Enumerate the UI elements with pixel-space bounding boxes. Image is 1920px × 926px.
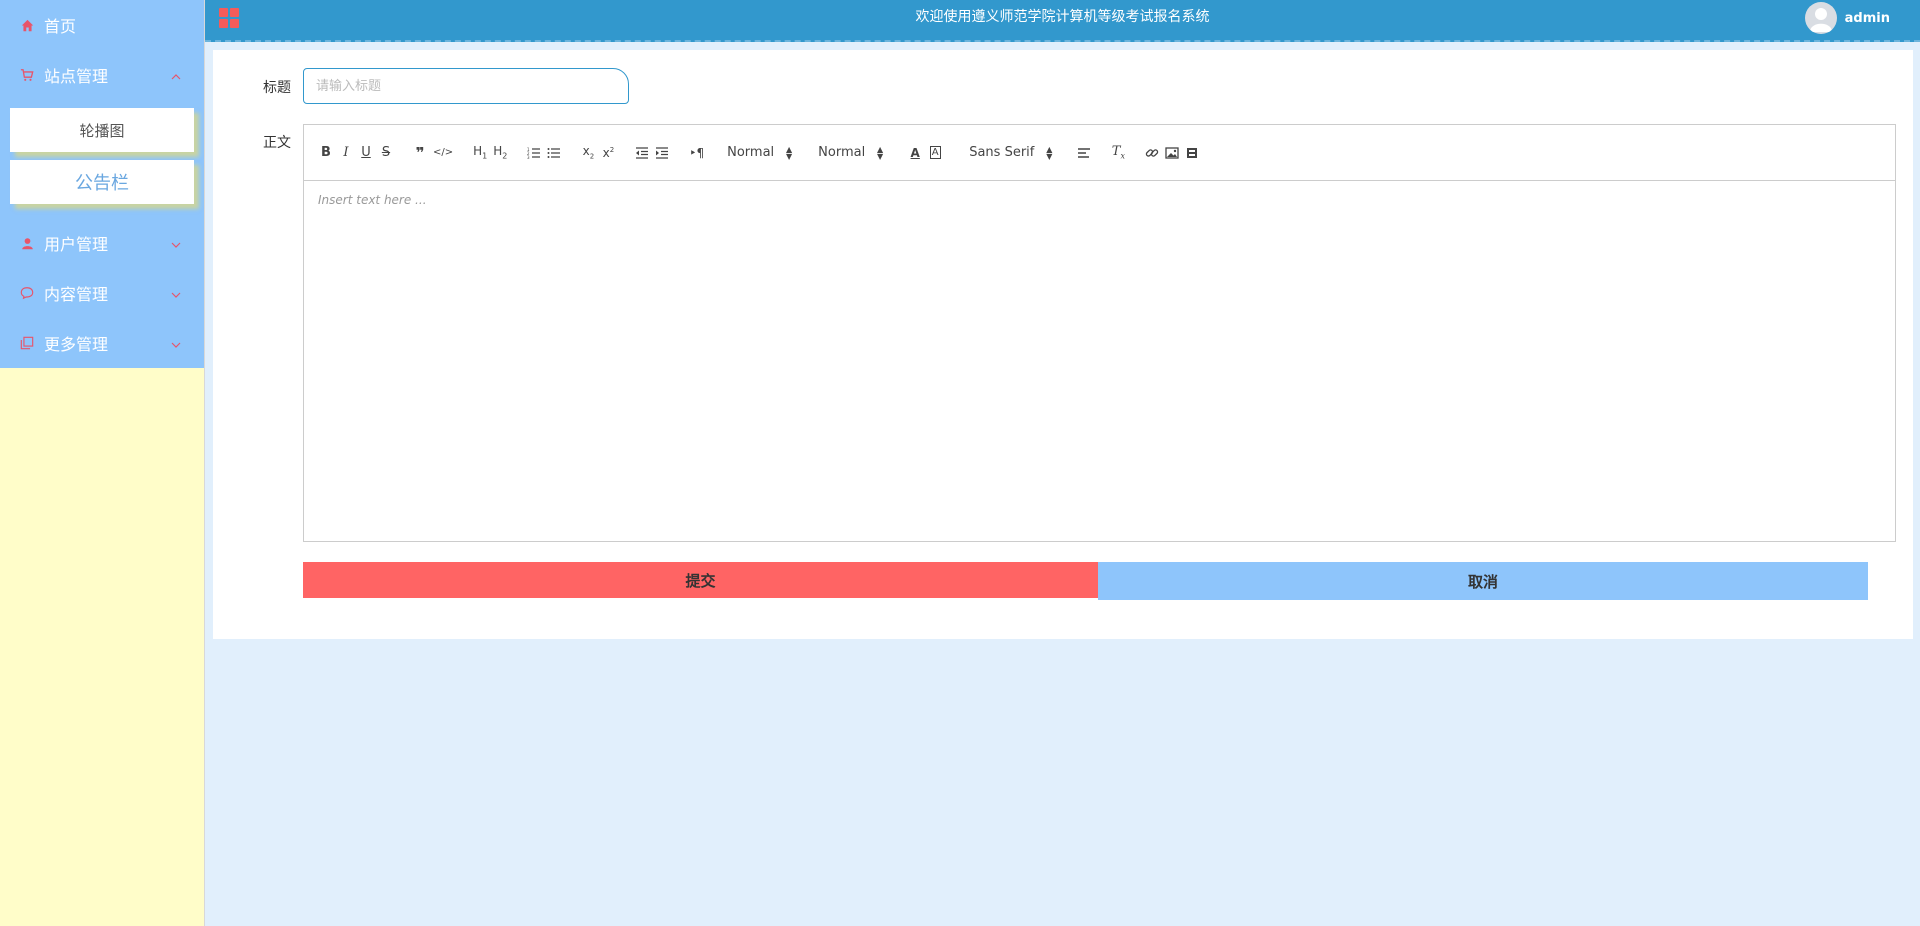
header2-button[interactable]: H2 (490, 141, 510, 165)
submenu-site-management: 轮播图 公告栏 (0, 100, 204, 218)
editor-content-area[interactable]: Insert text here ... (304, 181, 1895, 219)
bullet-list-icon[interactable] (544, 141, 564, 165)
underline-button[interactable]: U (356, 141, 376, 165)
italic-button[interactable]: I (336, 141, 356, 165)
code-block-button[interactable]: </> (430, 141, 456, 165)
subscript-button[interactable]: x2 (578, 141, 598, 165)
header1-button[interactable]: H1 (470, 141, 490, 165)
sidebar-item-more-management[interactable]: 更多管理 (0, 318, 204, 368)
chevron-down-icon (170, 336, 184, 350)
chevron-down-icon (170, 286, 184, 300)
copy-icon (20, 336, 34, 350)
bold-button[interactable]: B (316, 141, 336, 165)
select-arrows-icon: ▲ ▼ (786, 144, 793, 161)
sidebar-menu: 首页 站点管理 (0, 0, 204, 100)
header-select-value: Normal (727, 145, 775, 160)
sidebar-item-site-management[interactable]: 站点管理 (0, 50, 204, 100)
title-label: 标题 (263, 80, 291, 96)
video-icon[interactable] (1182, 141, 1202, 165)
align-icon[interactable] (1074, 141, 1094, 165)
sidebar-item-label: 首页 (44, 17, 77, 36)
ordered-list-icon[interactable]: 123 (524, 141, 544, 165)
image-icon[interactable] (1162, 141, 1182, 165)
sidebar-item-label: 站点管理 (44, 67, 109, 86)
editor-toolbar: B I U S ❞ </> H1 H2 123 x2 x2 ‣¶ Normal … (304, 125, 1895, 181)
sidebar-item-home[interactable]: 首页 (0, 0, 204, 50)
superscript-button[interactable]: x2 (598, 141, 618, 165)
title-input[interactable] (303, 68, 629, 104)
submenu-item-notice-board[interactable]: 公告栏 (10, 160, 194, 204)
font-select-value: Sans Serif (969, 145, 1035, 160)
notice-edit-form: 标题 正文 B I U S ❞ </> H1 H2 123 x2 x2 (213, 50, 1913, 639)
user-menu[interactable]: admin (1804, 0, 1890, 36)
svg-text:3: 3 (527, 155, 530, 159)
sidebar-item-label: 用户管理 (44, 235, 109, 254)
background-color-icon[interactable]: A (925, 141, 945, 165)
font-select[interactable]: Sans Serif ▲ ▼ (969, 141, 1052, 165)
chevron-down-icon (170, 236, 184, 250)
submit-button[interactable]: 提交 (303, 562, 1098, 598)
blockquote-button[interactable]: ❞ (410, 141, 430, 165)
user-icon (20, 236, 34, 250)
top-header: 欢迎使用遵义师范学院计算机等级考试报名系统 admin (205, 0, 1920, 42)
sidebar: 首页 站点管理 轮播图 公告栏 用户管理 内容管理 更多管理 (0, 0, 205, 926)
header-select[interactable]: Normal ▲ ▼ (727, 141, 792, 165)
body-label: 正文 (263, 135, 291, 151)
cancel-button[interactable]: 取消 (1098, 562, 1868, 600)
sidebar-item-user-management[interactable]: 用户管理 (0, 218, 204, 268)
avatar (1804, 2, 1837, 34)
link-icon[interactable] (1142, 141, 1162, 165)
clear-format-icon[interactable]: Tx (1108, 141, 1128, 165)
chat-icon (20, 286, 34, 300)
home-icon (20, 18, 34, 32)
sidebar-item-label: 内容管理 (44, 285, 109, 304)
text-direction-icon[interactable]: ‣¶ (686, 141, 707, 165)
text-color-icon[interactable]: A (905, 141, 925, 165)
indent-icon[interactable] (652, 141, 672, 165)
size-select-value: Normal (818, 145, 866, 160)
select-arrows-icon: ▲ ▼ (877, 144, 884, 161)
username: admin (1844, 10, 1890, 26)
outdent-icon[interactable] (632, 141, 652, 165)
system-title: 欢迎使用遵义师范学院计算机等级考试报名系统 (915, 9, 1210, 25)
sidebar-item-label: 更多管理 (44, 335, 109, 354)
cart-icon (20, 68, 34, 82)
rich-text-editor: B I U S ❞ </> H1 H2 123 x2 x2 ‣¶ Normal … (303, 124, 1896, 542)
select-arrows-icon: ▲ ▼ (1046, 144, 1053, 161)
submenu-item-carousel[interactable]: 轮播图 (10, 108, 194, 152)
sidebar-menu-rest: 用户管理 内容管理 更多管理 (0, 218, 204, 368)
chevron-up-icon (170, 68, 184, 82)
strike-button[interactable]: S (376, 141, 396, 165)
sidebar-item-content-management[interactable]: 内容管理 (0, 268, 204, 318)
size-select[interactable]: Normal ▲ ▼ (818, 141, 883, 165)
